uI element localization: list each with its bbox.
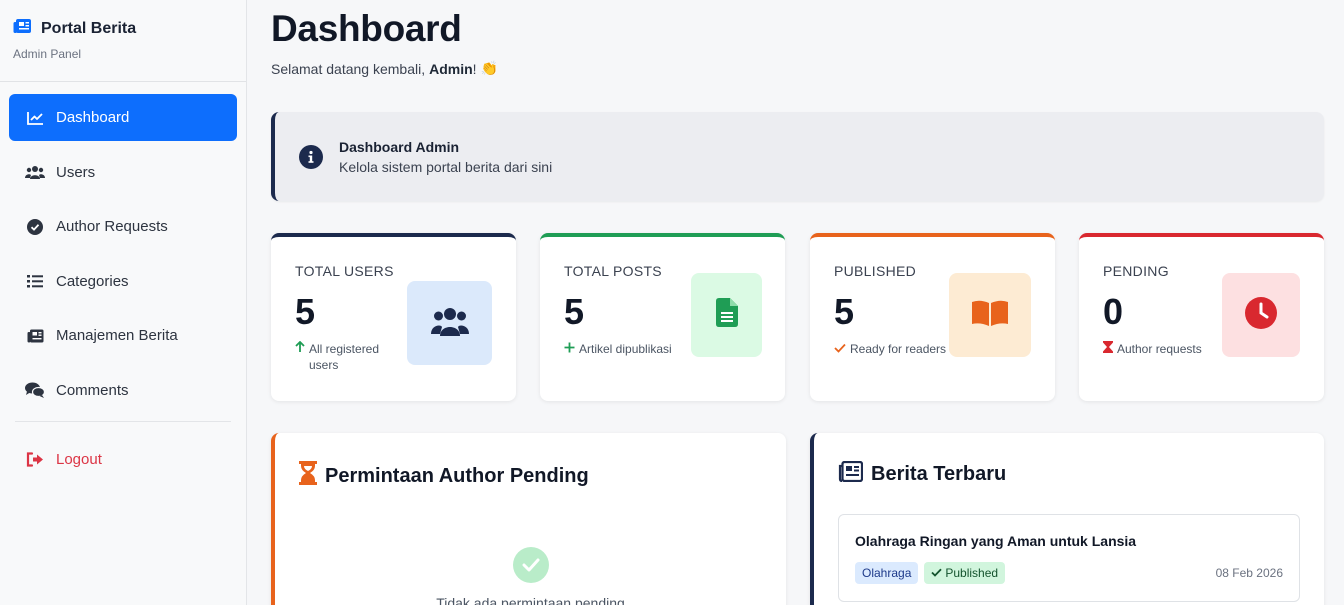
hourglass-icon: [299, 461, 317, 491]
sidebar: Portal Berita Admin Panel Dashboard User…: [0, 0, 247, 605]
check-circle-icon: [513, 547, 549, 583]
chart-line-icon: [25, 108, 45, 128]
info-alert: Dashboard Admin Kelola sistem portal ber…: [271, 112, 1324, 201]
users-icon: [25, 162, 45, 182]
book-open-icon: [972, 300, 1008, 331]
stat-icon-box: [407, 281, 492, 365]
welcome-message: Selamat datang kembali, Admin! 👏: [271, 60, 498, 77]
file-icon: [715, 298, 738, 332]
newspaper-icon: [13, 18, 32, 39]
stat-icon-box: [1222, 273, 1300, 357]
newspaper-icon: [838, 460, 864, 488]
stat-label: TOTAL USERS: [295, 263, 394, 279]
clap-emoji: 👏: [480, 60, 498, 76]
newspaper-icon: [25, 326, 45, 346]
sidebar-nav: Dashboard Users Author Requests Categori…: [0, 82, 246, 483]
news-item[interactable]: Olahraga Ringan yang Aman untuk Lansia O…: [838, 514, 1300, 602]
category-badge: Olahraga: [855, 562, 919, 584]
sidebar-item-manajemen-berita[interactable]: Manajemen Berita: [9, 312, 237, 359]
sidebar-item-author-requests[interactable]: Author Requests: [9, 203, 237, 250]
sidebar-item-label: Comments: [56, 381, 129, 399]
sidebar-item-categories[interactable]: Categories: [9, 258, 237, 305]
sidebar-item-users[interactable]: Users: [9, 149, 237, 196]
stat-card-total-posts: TOTAL POSTS 5 Artikel dipublikasi: [540, 233, 785, 401]
page-title: Dashboard: [271, 8, 462, 49]
sidebar-item-label: Author Requests: [56, 218, 168, 235]
news-title[interactable]: Olahraga Ringan yang Aman untuk Lansia: [855, 533, 1283, 549]
alert-text: Kelola sistem portal berita dari sini: [339, 158, 553, 175]
brand-title: Portal Berita: [41, 19, 137, 37]
panel-title: Berita Terbaru: [871, 463, 1007, 485]
brand-subtitle: Admin Panel: [13, 47, 82, 61]
logout-label: Logout: [56, 451, 102, 468]
check-icon: [834, 341, 846, 357]
welcome-username: Admin: [429, 60, 473, 77]
brand: Portal Berita Admin Panel: [0, 0, 246, 82]
stat-icon-box: [691, 273, 762, 357]
stat-card-published: PUBLISHED 5 Ready for readers: [810, 233, 1055, 401]
sidebar-item-label: Dashboard: [56, 109, 130, 126]
sidebar-item-label: Users: [56, 163, 96, 181]
check-circle-icon: [25, 217, 45, 237]
pending-author-panel: Permintaan Author Pending Tidak ada perm…: [271, 433, 786, 605]
logout-icon: [25, 450, 45, 470]
stat-card-pending: PENDING 0 Author requests: [1079, 233, 1324, 401]
clock-icon: [1245, 296, 1277, 334]
check-icon: [931, 566, 943, 580]
hourglass-icon: [1103, 341, 1113, 357]
alert-title: Dashboard Admin: [339, 138, 460, 155]
nav-divider: [15, 421, 231, 422]
sidebar-item-label: Manajemen Berita: [56, 327, 178, 344]
sidebar-item-comments[interactable]: Comments: [9, 367, 237, 414]
sidebar-item-dashboard[interactable]: Dashboard: [9, 94, 237, 141]
comments-icon: [25, 380, 45, 400]
status-badge: Published: [924, 562, 1006, 584]
stat-card-total-users: TOTAL USERS 5 All registered users: [271, 233, 516, 401]
plus-icon: [564, 341, 575, 357]
logout-button[interactable]: Logout: [9, 436, 237, 483]
info-icon: [299, 144, 323, 169]
latest-news-panel: Berita Terbaru Olahraga Ringan yang Aman…: [810, 433, 1324, 605]
users-icon: [430, 306, 469, 341]
sidebar-item-label: Categories: [56, 272, 129, 290]
stat-icon-box: [949, 273, 1031, 357]
list-icon: [25, 271, 45, 291]
news-date: 08 Feb 2026: [1215, 566, 1283, 580]
panel-title: Permintaan Author Pending: [325, 464, 589, 487]
arrow-up-icon: [295, 340, 305, 357]
empty-state-text: Tidak ada permintaan pending: [436, 595, 625, 605]
